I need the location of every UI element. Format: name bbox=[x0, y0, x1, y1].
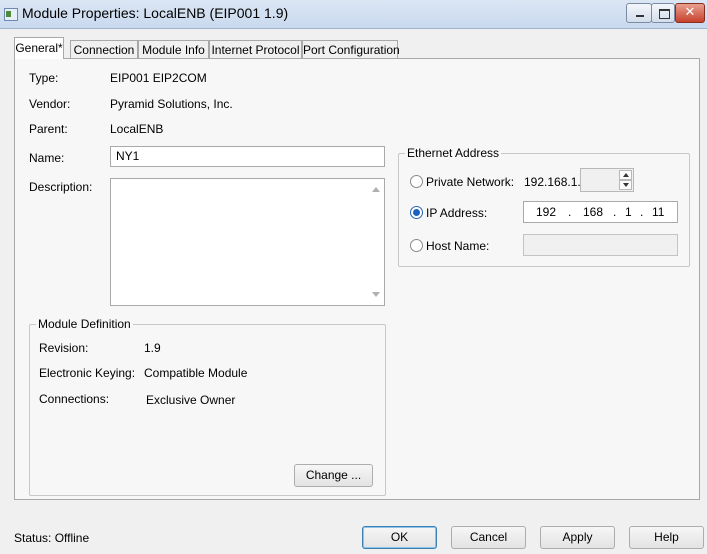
connections-value: Exclusive Owner bbox=[146, 393, 236, 407]
close-button[interactable]: ✕ bbox=[675, 3, 705, 23]
vendor-label: Vendor: bbox=[29, 97, 71, 111]
private-network-stepper[interactable] bbox=[580, 168, 634, 192]
description-label: Description: bbox=[29, 180, 93, 194]
status-text: Status: Offline bbox=[14, 531, 90, 545]
ip-octet-1[interactable]: 192 bbox=[536, 205, 556, 219]
maximize-button[interactable] bbox=[651, 3, 675, 23]
stepper-down-button[interactable] bbox=[619, 180, 632, 190]
ip-address-radio[interactable] bbox=[410, 206, 423, 219]
title-bar: Module Properties: LocalENB (EIP001 1.9)… bbox=[0, 0, 707, 29]
tab-module-info[interactable]: Module Info bbox=[138, 40, 209, 58]
name-field[interactable]: NY1 bbox=[110, 146, 385, 167]
scroll-down-icon[interactable] bbox=[372, 292, 380, 297]
maximize-icon bbox=[659, 9, 670, 19]
type-label: Type: bbox=[29, 71, 59, 85]
revision-value: 1.9 bbox=[144, 341, 161, 355]
description-scrollbar[interactable] bbox=[368, 179, 384, 305]
app-icon bbox=[4, 8, 18, 21]
parent-value: LocalENB bbox=[110, 122, 164, 136]
type-value: EIP001 EIP2COM bbox=[110, 71, 207, 85]
host-name-radio[interactable] bbox=[410, 239, 423, 252]
tab-port-configuration[interactable]: Port Configuration bbox=[302, 40, 400, 58]
ip-address-label: IP Address: bbox=[426, 206, 488, 220]
chevron-down-icon bbox=[623, 183, 629, 187]
ok-button[interactable]: OK bbox=[362, 526, 437, 549]
change-button[interactable]: Change ... bbox=[294, 464, 373, 487]
ethernet-address-title: Ethernet Address bbox=[405, 146, 502, 160]
ip-octet-2[interactable]: 168 bbox=[583, 205, 603, 219]
ip-octet-3[interactable]: 1 bbox=[625, 205, 632, 219]
revision-label: Revision: bbox=[39, 341, 89, 355]
tab-general[interactable]: General* bbox=[14, 37, 64, 59]
electronic-keying-label: Electronic Keying: bbox=[39, 366, 136, 380]
stepper-up-button[interactable] bbox=[619, 170, 632, 180]
host-name-label: Host Name: bbox=[426, 239, 490, 253]
vendor-value: Pyramid Solutions, Inc. bbox=[110, 97, 233, 111]
host-name-field[interactable] bbox=[523, 234, 678, 256]
apply-button[interactable]: Apply bbox=[540, 526, 615, 549]
tab-connection[interactable]: Connection bbox=[70, 40, 138, 58]
window-title: Module Properties: LocalENB (EIP001 1.9) bbox=[22, 5, 289, 21]
parent-label: Parent: bbox=[29, 122, 68, 136]
private-network-prefix: 192.168.1. bbox=[524, 175, 581, 189]
ip-address-field[interactable]: 192 . 168 . 1 . 11 bbox=[523, 201, 678, 223]
minimize-icon bbox=[636, 15, 644, 17]
tab-internet-protocol[interactable]: Internet Protocol bbox=[209, 40, 302, 58]
cancel-button[interactable]: Cancel bbox=[451, 526, 526, 549]
description-field[interactable] bbox=[110, 178, 385, 306]
ip-separator: . bbox=[640, 205, 644, 219]
electronic-keying-value: Compatible Module bbox=[144, 366, 248, 380]
scroll-up-icon[interactable] bbox=[372, 187, 380, 192]
ip-octet-4[interactable]: 11 bbox=[652, 205, 664, 219]
help-button[interactable]: Help bbox=[629, 526, 704, 549]
private-network-label: Private Network: bbox=[426, 175, 515, 189]
name-label: Name: bbox=[29, 151, 65, 165]
connections-label: Connections: bbox=[39, 392, 110, 406]
minimize-button[interactable] bbox=[626, 3, 652, 23]
module-definition-title: Module Definition bbox=[36, 317, 133, 331]
ip-separator: . bbox=[568, 205, 572, 219]
close-icon: ✕ bbox=[684, 4, 696, 19]
chevron-up-icon bbox=[623, 173, 629, 177]
private-network-radio[interactable] bbox=[410, 175, 423, 188]
ip-separator: . bbox=[613, 205, 617, 219]
